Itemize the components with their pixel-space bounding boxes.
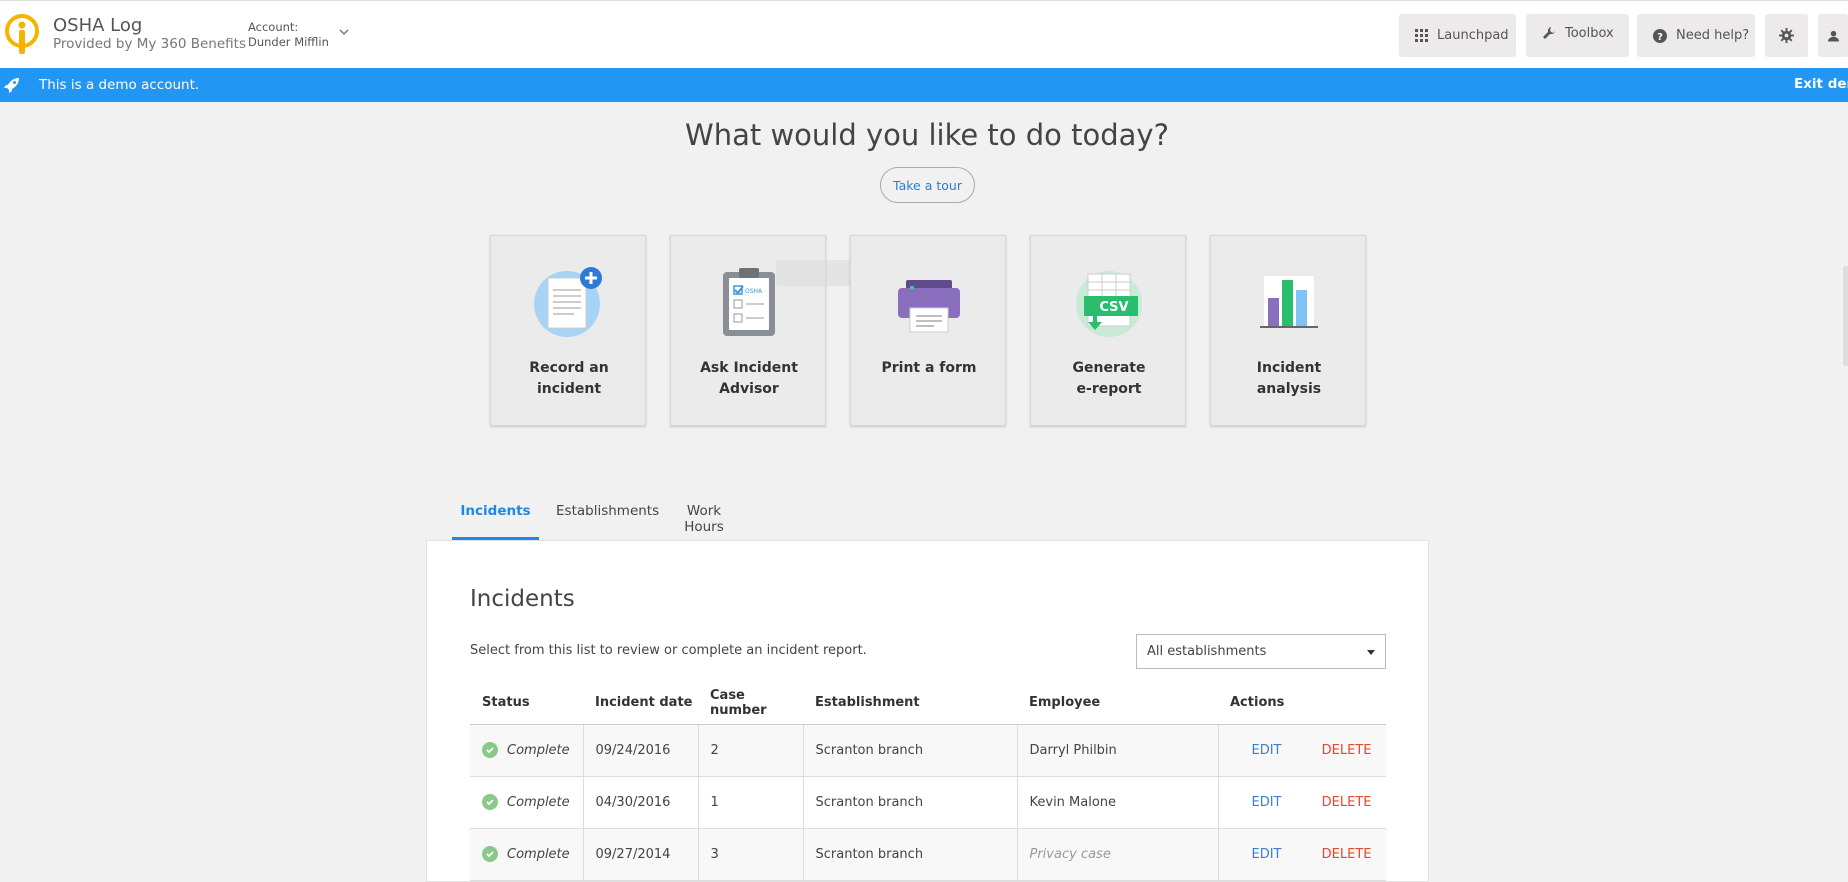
card-label: Generate e-report xyxy=(1072,360,1146,397)
filter-value: All establishments xyxy=(1147,644,1267,659)
clipboard-icon: OSHA xyxy=(723,268,775,336)
table-header-row: Status Incident date Case number Establi… xyxy=(470,682,1386,725)
need-help-button[interactable]: ? Need help? xyxy=(1637,14,1755,57)
column-header[interactable]: Status xyxy=(470,682,583,725)
employee: Privacy case xyxy=(1017,828,1219,881)
svg-text:?: ? xyxy=(1657,32,1663,43)
card-label: Ask Incident Advisor xyxy=(700,360,798,397)
status-text: Complete xyxy=(507,794,570,810)
table-row[interactable]: Complete 09/24/2016 2 Scranton branch Da… xyxy=(470,724,1386,777)
establishment: Scranton branch xyxy=(803,776,1018,829)
csv-icon: CSV xyxy=(1076,271,1142,337)
panel-title: Incidents xyxy=(470,586,575,612)
gear-icon xyxy=(1779,28,1794,43)
column-header[interactable]: Case number xyxy=(698,682,803,725)
case-number: 1 xyxy=(698,776,804,829)
svg-text:OSHA: OSHA xyxy=(745,288,763,295)
column-header[interactable]: Establishment xyxy=(803,682,1017,725)
take-a-tour-button[interactable]: Take a tour xyxy=(880,167,975,203)
actions-cell: EDIT DELETE xyxy=(1218,828,1386,881)
table-row[interactable]: Complete 09/27/2014 3 Scranton branch Pr… xyxy=(470,828,1386,881)
account-label: Account: xyxy=(248,20,299,34)
need-help-label: Need help? xyxy=(1676,28,1750,43)
column-header[interactable]: Employee xyxy=(1017,682,1218,725)
delete-link[interactable]: DELETE xyxy=(1322,847,1372,862)
side-feedback-tab[interactable] xyxy=(1843,266,1848,366)
column-header: Actions xyxy=(1218,682,1386,725)
generate-e-report-card[interactable]: CSV Generate e-report xyxy=(1030,235,1186,426)
check-circle-icon xyxy=(482,794,498,810)
status-cell: Complete xyxy=(470,724,584,777)
delete-link[interactable]: DELETE xyxy=(1322,795,1372,810)
delete-link[interactable]: DELETE xyxy=(1322,743,1372,758)
edit-link[interactable]: EDIT xyxy=(1252,795,1282,810)
incident-date: 09/27/2014 xyxy=(583,828,699,881)
case-number: 2 xyxy=(698,724,804,777)
demo-banner: This is a demo account. Exit demo xyxy=(0,68,1848,102)
employee: Kevin Malone xyxy=(1017,776,1219,829)
incident-date: 09/24/2016 xyxy=(583,724,699,777)
check-circle-icon xyxy=(482,742,498,758)
demo-banner-text: This is a demo account. xyxy=(39,77,200,93)
wrench-icon xyxy=(1543,27,1555,39)
grid-icon xyxy=(1415,29,1428,42)
tab-establishments[interactable]: Establishments xyxy=(556,495,659,540)
status-text: Complete xyxy=(507,742,570,758)
rocket-icon xyxy=(4,78,19,93)
panel-description: Select from this list to review or compl… xyxy=(470,643,867,658)
launchpad-label: Launchpad xyxy=(1437,28,1509,43)
svg-text:CSV: CSV xyxy=(1099,300,1128,315)
chevron-down-icon[interactable] xyxy=(338,27,350,37)
user-menu-button[interactable] xyxy=(1818,14,1848,57)
actions-cell: EDIT DELETE xyxy=(1218,724,1386,777)
settings-button[interactable] xyxy=(1765,14,1808,57)
employee: Darryl Philbin xyxy=(1017,724,1219,777)
card-label: Incident analysis xyxy=(1256,360,1322,397)
launchpad-button[interactable]: Launchpad xyxy=(1399,14,1516,57)
app-title: OSHA Log xyxy=(53,15,143,36)
page-heading: What would you like to do today? xyxy=(685,118,1169,152)
question-circle-icon: ? xyxy=(1653,28,1667,43)
tab-incidents[interactable]: Incidents xyxy=(452,495,539,540)
incident-analysis-card[interactable]: Incident analysis xyxy=(1210,235,1366,426)
column-header[interactable]: Incident date xyxy=(583,682,698,725)
printer-icon xyxy=(898,280,960,333)
incident-date: 04/30/2016 xyxy=(583,776,699,829)
record-incident-card[interactable]: Record an incident xyxy=(490,235,646,426)
card-label: Print a form xyxy=(881,360,977,376)
app-subtitle: Provided by My 360 Benefits xyxy=(53,36,246,52)
status-text: Complete xyxy=(507,846,570,862)
exit-demo-link[interactable]: Exit demo xyxy=(1794,76,1848,92)
top-header: OSHA Log Provided by My 360 Benefits Acc… xyxy=(0,0,1848,68)
actions-cell: EDIT DELETE xyxy=(1218,776,1386,829)
bar-chart-icon xyxy=(1260,276,1318,328)
osha-log-logo-icon[interactable] xyxy=(4,14,40,58)
user-icon xyxy=(1828,30,1839,41)
caret-down-icon xyxy=(1367,650,1375,655)
establishment-filter-select[interactable]: All establishments xyxy=(1136,634,1386,669)
case-number: 3 xyxy=(698,828,804,881)
incidents-panel: Incidents Select from this list to revie… xyxy=(426,540,1429,882)
tab-work-hours[interactable]: Work Hours xyxy=(668,495,740,540)
check-circle-icon xyxy=(482,846,498,862)
status-cell: Complete xyxy=(470,776,584,829)
toolbox-button[interactable]: Toolbox xyxy=(1526,14,1629,57)
account-name: Dunder Mifflin xyxy=(248,35,329,49)
edit-link[interactable]: EDIT xyxy=(1252,847,1282,862)
establishment: Scranton branch xyxy=(803,828,1018,881)
incidents-table: Status Incident date Case number Establi… xyxy=(470,682,1386,881)
account-switcher[interactable]: Account: Dunder Mifflin xyxy=(248,20,329,50)
status-cell: Complete xyxy=(470,828,584,881)
card-label: Record an incident xyxy=(529,360,609,397)
table-row[interactable]: Complete 04/30/2016 1 Scranton branch Ke… xyxy=(470,776,1386,829)
edit-link[interactable]: EDIT xyxy=(1252,743,1282,758)
record-incident-icon xyxy=(534,267,602,337)
toolbox-label: Toolbox xyxy=(1565,26,1614,41)
establishment: Scranton branch xyxy=(803,724,1018,777)
print-form-card[interactable]: Print a form xyxy=(850,235,1006,426)
